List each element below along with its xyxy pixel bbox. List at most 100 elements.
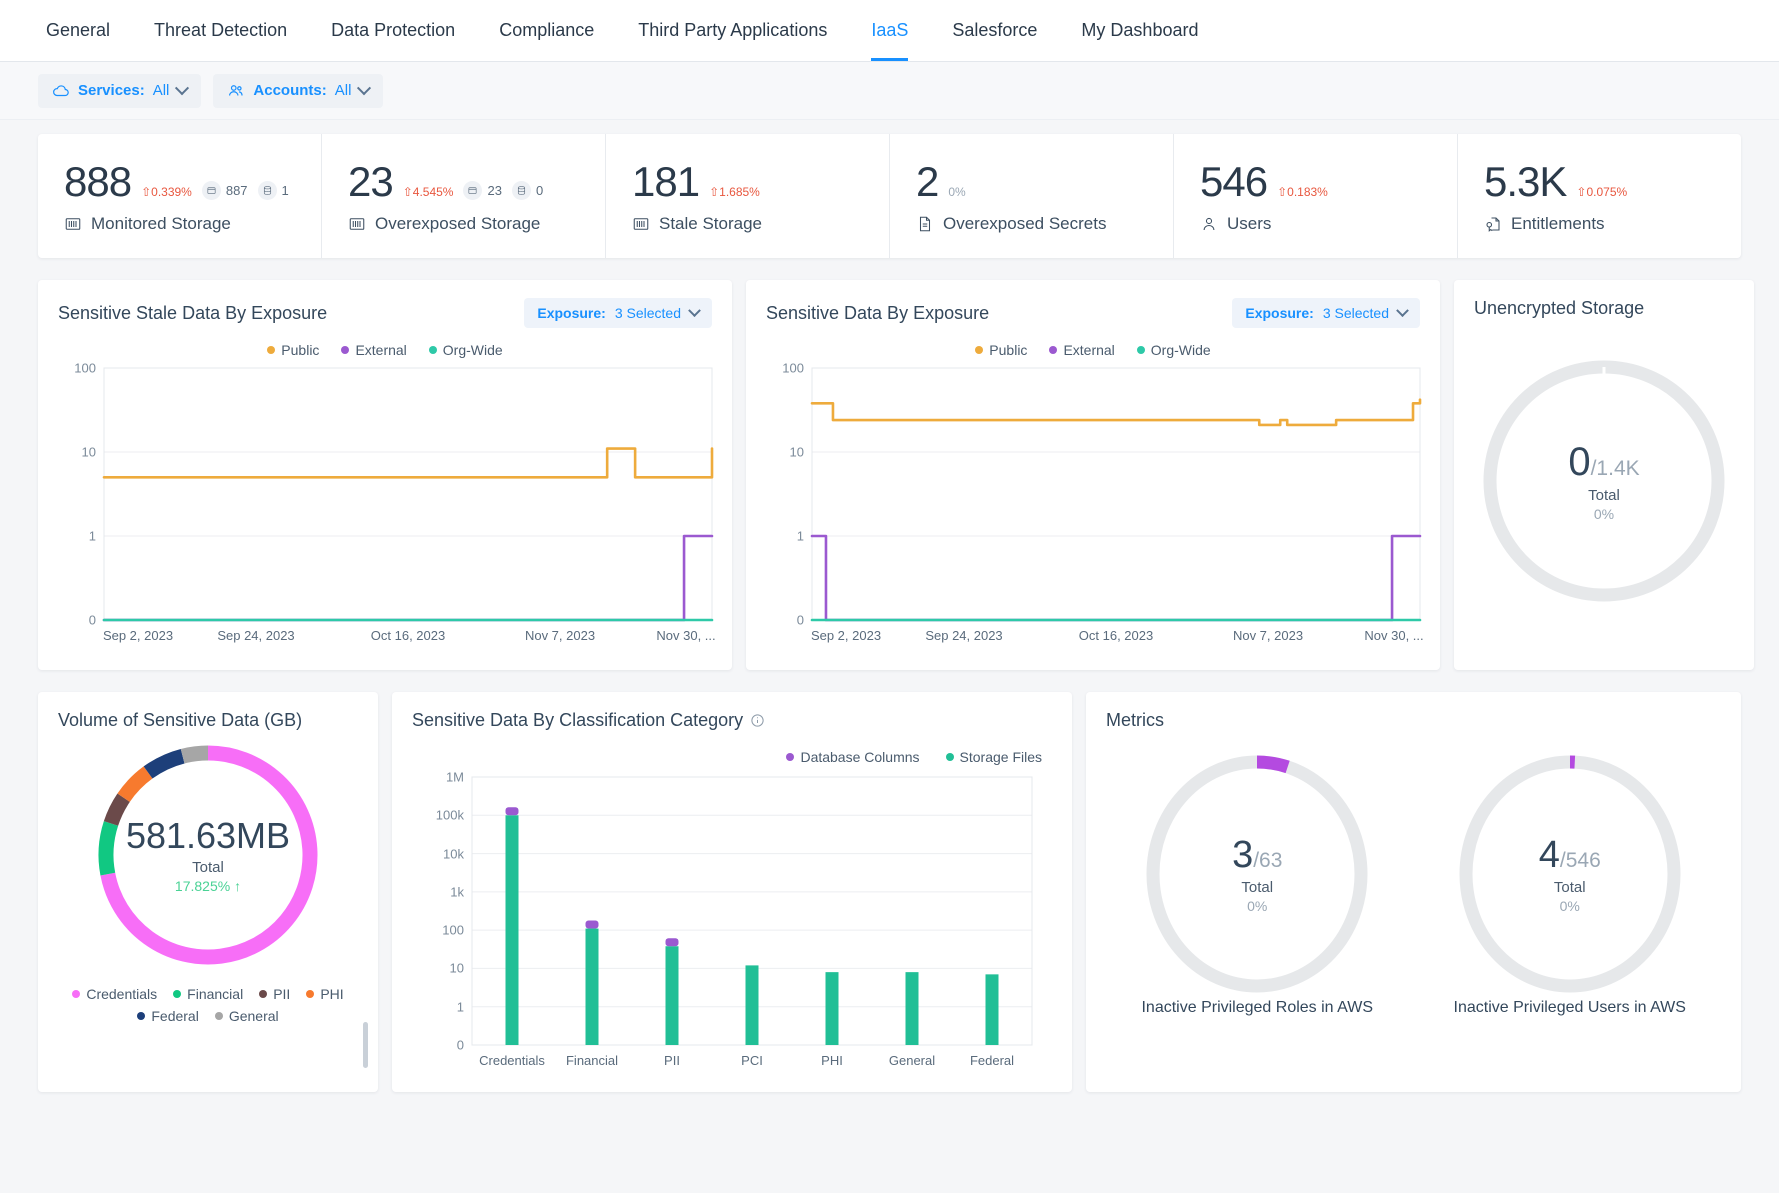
metric-inactive-privileged-users[interactable]: 4/546 Total 0% Inactive Privileged Users… — [1419, 749, 1722, 1017]
tab-compliance[interactable]: Compliance — [477, 0, 616, 61]
donut-percent: 0% — [1232, 898, 1282, 914]
legend-item-general[interactable]: General — [215, 1008, 279, 1024]
legend-label: Financial — [187, 986, 243, 1002]
kpi-chip-value: 887 — [226, 183, 248, 198]
y-axis-tick: 1 — [457, 999, 464, 1014]
y-axis-tick: 100 — [442, 923, 464, 938]
legend-item-financial[interactable]: Financial — [173, 986, 243, 1002]
legend-label: PHI — [320, 986, 343, 1002]
kpi-entitlements[interactable]: 5.3K ⇧0.075% Entitlements — [1458, 134, 1741, 258]
kpi-overexposed-secrets[interactable]: 2 0% Overexposed Secrets — [890, 134, 1174, 258]
x-axis-tick: Sep 2, 2023 — [811, 628, 881, 643]
legend-item-database-columns[interactable]: Database Columns — [786, 749, 919, 765]
x-axis-tick: PHI — [821, 1053, 843, 1068]
users-gauge: 4/546 Total 0% — [1419, 749, 1722, 999]
tab-my-dashboard[interactable]: My Dashboard — [1059, 0, 1220, 61]
exposure-filter-sensitive[interactable]: Exposure: 3 Selected — [1232, 298, 1420, 328]
legend-item-credentials[interactable]: Credentials — [72, 986, 157, 1002]
kpi-label: Monitored Storage — [91, 214, 231, 234]
donut-fraction: /1.4K — [1591, 457, 1640, 480]
legend-item-external[interactable]: External — [1049, 342, 1114, 358]
legend-item-pii[interactable]: PII — [259, 986, 290, 1002]
bottom-panels-row: Volume of Sensitive Data (GB) 581.63MB T… — [38, 692, 1741, 1092]
kpi-label: Stale Storage — [659, 214, 762, 234]
kpi-label: Users — [1227, 214, 1271, 234]
donut-percent: 0% — [1568, 506, 1639, 522]
panel-title-text: Sensitive Data By Classification Categor… — [412, 710, 743, 731]
panel-metrics: Metrics 3/63 Total 0% Inact — [1086, 692, 1741, 1092]
exposure-filter-stale[interactable]: Exposure: 3 Selected — [524, 298, 712, 328]
legend-scrollbar[interactable] — [363, 1022, 368, 1068]
unencrypted-donut[interactable]: 0/1.4K Total 0% — [1474, 331, 1734, 631]
y-axis-tick: 100k — [436, 808, 464, 823]
kpi-overexposed-storage[interactable]: 23 ⇧4.545% 23 0 Overexposed Storage — [322, 134, 606, 258]
legend-item-public[interactable]: Public — [975, 342, 1027, 358]
kpi-delta: ⇧0.183% — [1277, 185, 1328, 199]
accounts-filter[interactable]: Accounts: All — [213, 74, 383, 108]
tab-third-party-applications[interactable]: Third Party Applications — [616, 0, 849, 61]
tab-data-protection[interactable]: Data Protection — [309, 0, 477, 61]
legend-item-phi[interactable]: PHI — [306, 986, 343, 1002]
tab-iaas[interactable]: IaaS — [849, 0, 930, 61]
tab-salesforce[interactable]: Salesforce — [930, 0, 1059, 61]
x-axis-tick: Federal — [970, 1053, 1014, 1068]
chart-stale-exposure: 0110100Sep 2, 2023Sep 24, 2023Oct 16, 20… — [104, 368, 712, 620]
kpi-users[interactable]: 546 ⇧0.183% Users — [1174, 134, 1458, 258]
legend-label: External — [1063, 342, 1114, 358]
legend-item-org-wide[interactable]: Org-Wide — [1137, 342, 1211, 358]
legend-item-public[interactable]: Public — [267, 342, 319, 358]
x-axis-tick: Oct 16, 2023 — [371, 628, 445, 643]
volume-legend: Credentials Financial PII PHI Federal Ge… — [58, 986, 358, 1024]
kpi-label: Overexposed Storage — [375, 214, 540, 234]
panel-title: Volume of Sensitive Data (GB) — [58, 710, 358, 731]
legend-item-federal[interactable]: Federal — [137, 1008, 198, 1024]
kpi-monitored-storage[interactable]: 888 ⇧0.339% 887 1 Monitored Storage — [38, 134, 322, 258]
exposure-filter-value: 3 Selected — [1323, 305, 1389, 321]
donut-total-label: Total — [126, 859, 290, 876]
metric-inactive-privileged-roles[interactable]: 3/63 Total 0% Inactive Privileged Roles … — [1106, 749, 1409, 1017]
tab-general[interactable]: General — [24, 0, 132, 61]
storage-icon — [64, 215, 82, 233]
exposure-filter-label: Exposure: — [537, 305, 605, 321]
legend-item-external[interactable]: External — [341, 342, 406, 358]
tab-label: Data Protection — [331, 20, 455, 41]
kpi-value: 23 — [348, 158, 393, 206]
chevron-down-icon — [357, 81, 371, 95]
exposure-filter-label: Exposure: — [1245, 305, 1313, 321]
services-filter[interactable]: Services: All — [38, 74, 201, 108]
y-axis-tick: 1k — [450, 884, 464, 899]
storage-icon — [632, 215, 650, 233]
kpi-delta: 0% — [948, 185, 965, 199]
x-axis-tick: PCI — [741, 1053, 763, 1068]
legend-label: General — [229, 1008, 279, 1024]
legend-label: Org-Wide — [1151, 342, 1211, 358]
bucket-icon — [202, 181, 221, 200]
classification-legend: Database Columns Storage Files — [412, 749, 1052, 765]
y-axis-tick: 10 — [82, 445, 96, 460]
kpi-chip-value: 0 — [536, 183, 543, 198]
panel-title: Sensitive Data By Exposure — [766, 303, 989, 324]
tab-threat-detection[interactable]: Threat Detection — [132, 0, 309, 61]
legend-label: External — [355, 342, 406, 358]
kpi-label: Overexposed Secrets — [943, 214, 1106, 234]
kpi-value: 181 — [632, 158, 699, 206]
legend-item-storage-files[interactable]: Storage Files — [946, 749, 1042, 765]
kpi-label-row: Monitored Storage — [64, 214, 295, 234]
panel-title: Unencrypted Storage — [1474, 298, 1734, 319]
tab-label: Third Party Applications — [638, 20, 827, 41]
y-axis-tick: 10 — [450, 961, 464, 976]
chevron-down-icon — [1396, 304, 1409, 317]
x-axis-tick: Nov 30, ... — [1364, 628, 1423, 643]
y-axis-tick: 1 — [797, 529, 804, 544]
info-icon[interactable] — [750, 713, 765, 728]
y-axis-tick: 1 — [89, 529, 96, 544]
kpi-stale-storage[interactable]: 181 ⇧1.685% Stale Storage — [606, 134, 890, 258]
panel-title: Sensitive Stale Data By Exposure — [58, 303, 327, 324]
donut-percent: 0% — [1539, 898, 1601, 914]
donut-total-label: Total — [1568, 487, 1639, 504]
volume-donut[interactable]: 581.63MB Total 17.825% ↑ — [58, 737, 358, 972]
legend-item-org-wide[interactable]: Org-Wide — [429, 342, 503, 358]
kpi-chip-buckets: 887 — [202, 181, 248, 200]
exposure-charts-row: Sensitive Stale Data By Exposure Exposur… — [38, 280, 1741, 670]
services-filter-value: All — [153, 82, 170, 99]
